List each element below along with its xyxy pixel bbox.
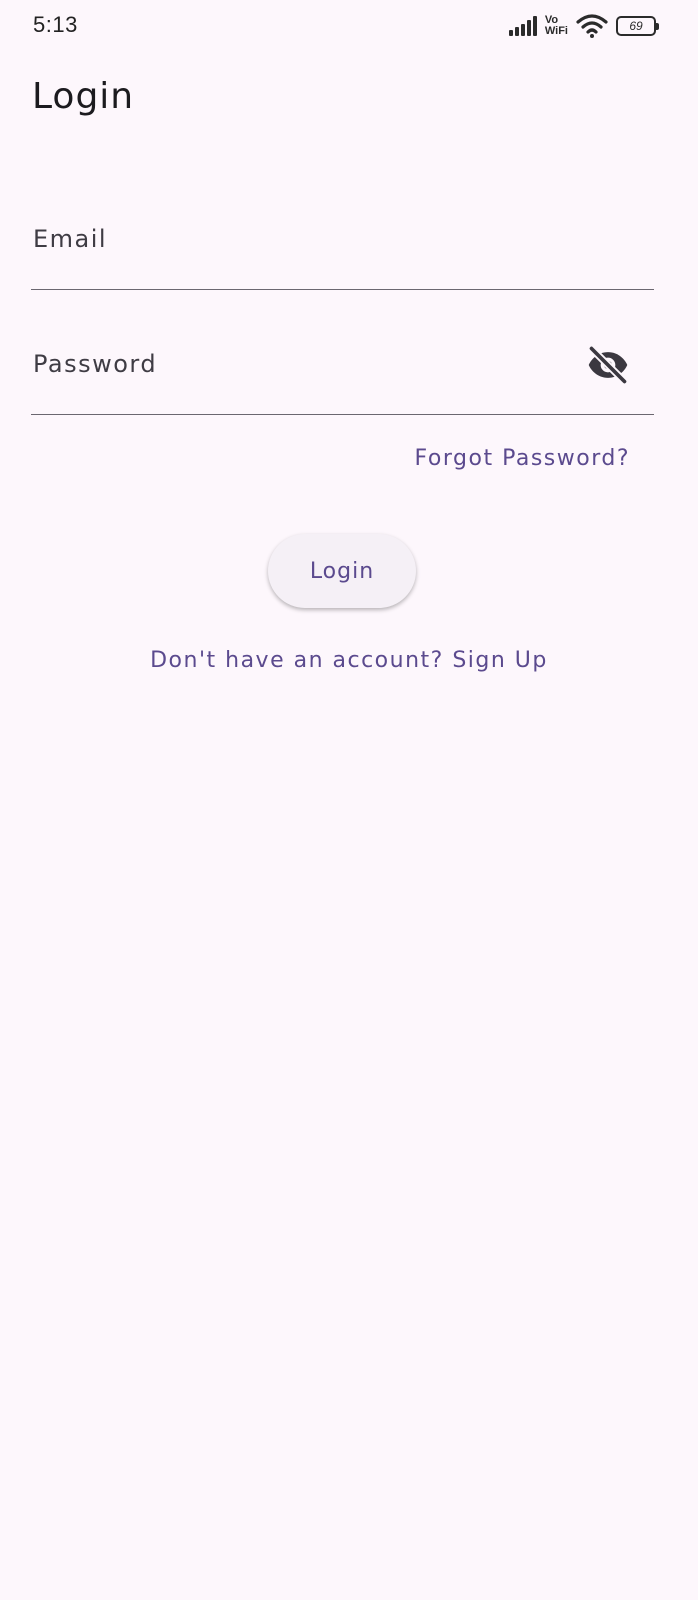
status-time: 5:13 <box>33 12 78 37</box>
battery-icon: 69 <box>616 16 659 36</box>
email-field[interactable] <box>31 194 573 284</box>
wifi-icon <box>576 14 608 38</box>
password-field-container <box>31 319 654 415</box>
signal-icon <box>508 16 537 36</box>
forgot-password-link[interactable]: Forgot Password? <box>415 446 630 471</box>
page-title: Login <box>32 76 135 117</box>
signup-link[interactable]: Don't have an account? Sign Up <box>0 648 698 673</box>
vowifi-label-bottom: WiFi <box>544 25 568 37</box>
status-icons: Vo WiFi 69 <box>508 12 659 40</box>
eye-off-icon[interactable] <box>586 343 630 387</box>
email-field-container <box>31 194 654 290</box>
status-bar: 5:13 Vo WiFi 69 <box>0 0 698 52</box>
password-field[interactable] <box>31 319 573 409</box>
battery-level: 69 <box>629 19 643 33</box>
login-button[interactable]: Login <box>268 534 416 608</box>
vowifi-icon: Vo WiFi <box>545 15 568 37</box>
